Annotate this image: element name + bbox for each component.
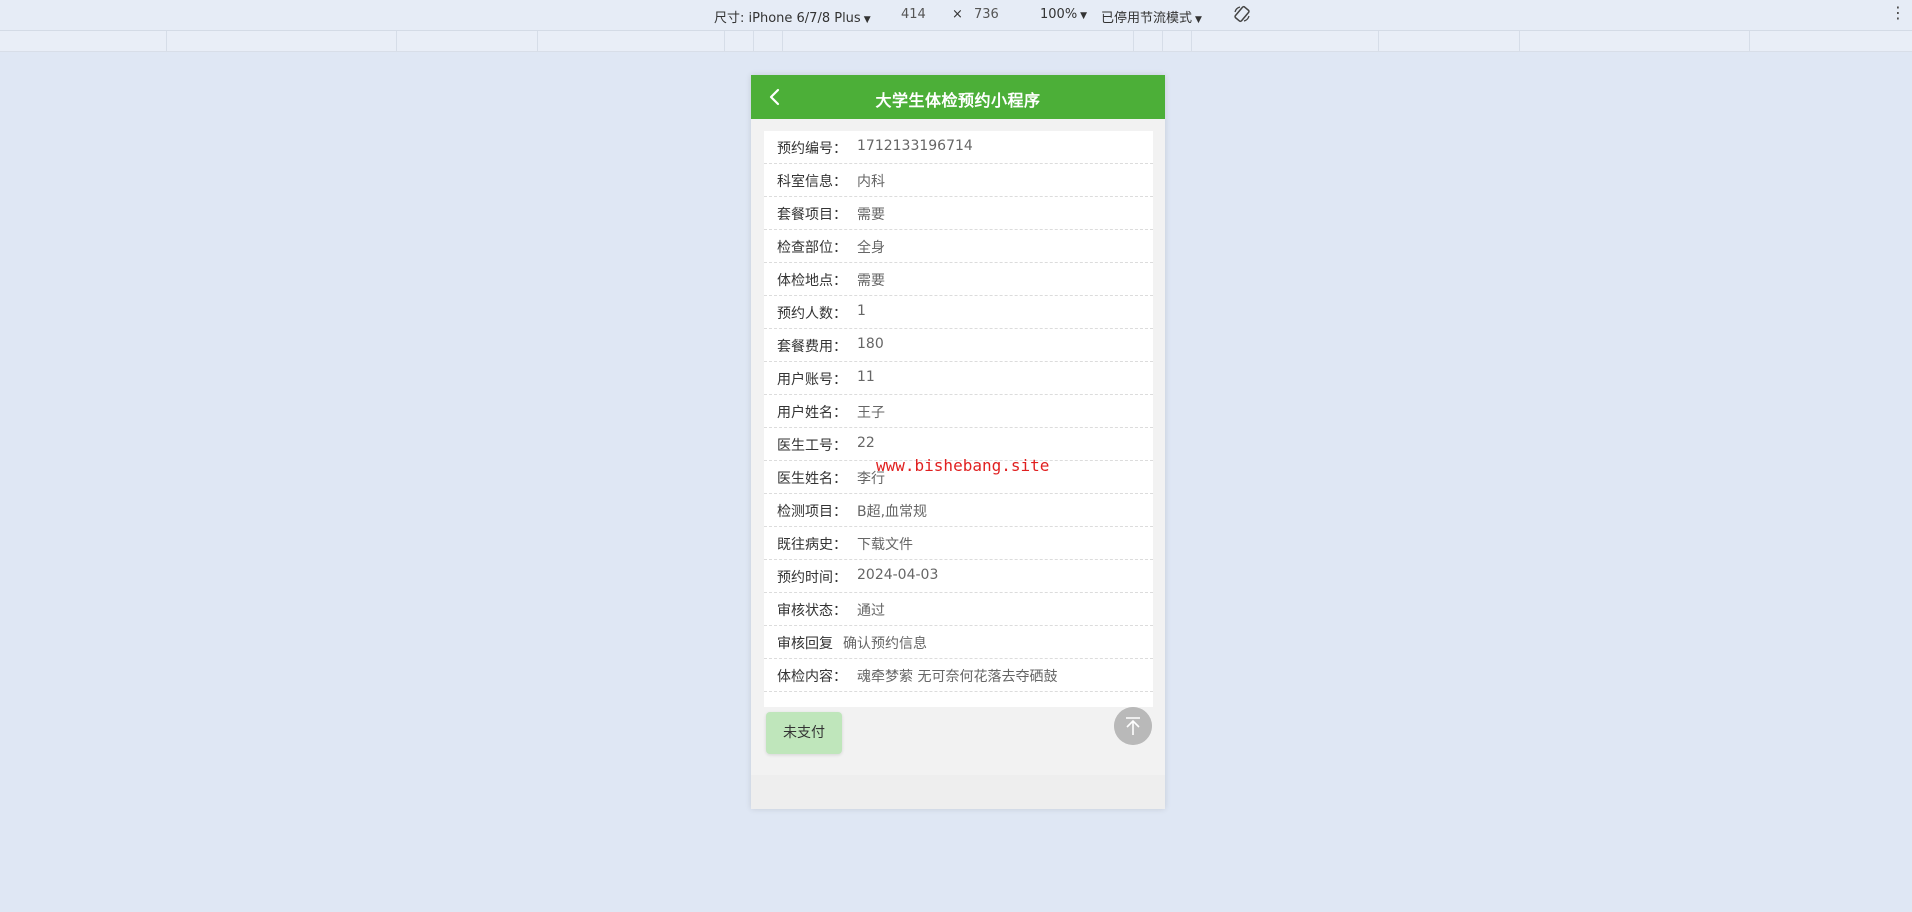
detail-row: 检测项目： B超,血常规 — [764, 494, 1153, 527]
detail-value: 确认预约信息 — [843, 636, 927, 652]
ruler-tick — [537, 31, 538, 51]
detail-row: 科室信息： 内科 — [764, 164, 1153, 197]
detail-label: 检查部位： — [777, 240, 847, 256]
detail-row: 审核回复 确认预约信息 — [764, 626, 1153, 659]
detail-value: 通过 — [857, 603, 885, 619]
detail-label: 医生工号： — [777, 438, 847, 454]
detail-row: 体检地点： 需要 — [764, 263, 1153, 296]
more-vert-icon[interactable]: ⋮ — [1890, 3, 1906, 22]
detail-label: 医生姓名： — [777, 471, 847, 487]
rotate-icon[interactable] — [1232, 4, 1252, 24]
devtools-device-toolbar: 尺寸: iPhone 6/7/8 Plus ▼ 414 × 736 100% ▼ 已… — [0, 0, 1912, 31]
zoom-value: 100% — [1040, 7, 1078, 22]
detail-value: B超,血常规 — [857, 504, 928, 520]
detail-row: 套餐项目： 需要 — [764, 197, 1153, 230]
watermark: www.bishebang.site — [876, 456, 1050, 475]
detail-row: 预约编号： 1712133196714 — [764, 131, 1153, 164]
ruler-tick — [1191, 31, 1192, 51]
page-title: 大学生体检预约小程序 — [875, 91, 1041, 110]
detail-value: 内科 — [857, 174, 885, 190]
device-label: 尺寸: iPhone 6/7/8 Plus — [714, 11, 861, 26]
ruler-tick — [1162, 31, 1163, 51]
detail-label: 审核回复 — [777, 636, 833, 652]
detail-row: 体检内容： 魂牵梦萦 无可奈何花落去夺硒鼓 — [764, 659, 1153, 692]
media-query-ruler — [0, 31, 1912, 52]
ruler-tick — [166, 31, 167, 51]
ruler-tick — [396, 31, 397, 51]
detail-label: 科室信息： — [777, 174, 847, 190]
arrow-up-to-top-icon[interactable] — [1114, 707, 1152, 745]
zoom-selector[interactable]: 100% ▼ — [1040, 7, 1087, 22]
detail-label: 预约人数： — [777, 306, 847, 322]
width-input[interactable]: 414 — [901, 7, 926, 22]
times-sign: × — [952, 7, 963, 22]
detail-list: 预约编号： 1712133196714 科室信息： 内科 套餐项目： 需要 检查部位： 全身体… — [764, 131, 1153, 692]
ruler-tick — [1749, 31, 1750, 51]
detail-value: 1 — [857, 303, 866, 319]
throttle-selector[interactable]: 已停用节流模式 ▼ — [1101, 7, 1202, 26]
unpaid-button[interactable]: 未支付 — [766, 712, 842, 754]
detail-row: 审核状态： 通过 — [764, 593, 1153, 626]
ruler-tick — [753, 31, 754, 51]
ruler-tick — [724, 31, 725, 51]
detail-value: 需要 — [857, 273, 885, 289]
ruler-tick — [1378, 31, 1379, 51]
detail-label: 既往病史： — [777, 537, 847, 553]
detail-value: 1712133196714 — [857, 138, 973, 154]
detail-label: 用户账号： — [777, 372, 847, 388]
bottom-area — [751, 775, 1165, 809]
detail-value: 全身 — [857, 240, 885, 256]
caret-down-icon: ▼ — [1195, 15, 1202, 25]
detail-row: 预约时间： 2024-04-03 — [764, 560, 1153, 593]
detail-value: 22 — [857, 435, 875, 451]
detail-row: 既往病史： 下载文件 — [764, 527, 1153, 560]
detail-row: 用户姓名： 王子 — [764, 395, 1153, 428]
detail-label: 体检地点： — [777, 273, 847, 289]
detail-value: 11 — [857, 369, 875, 385]
detail-card: 预约编号： 1712133196714 科室信息： 内科 套餐项目： 需要 检查部位： 全身体… — [764, 131, 1153, 707]
detail-value: 2024-04-03 — [857, 567, 939, 583]
navbar: 大学生体检预约小程序 — [751, 75, 1165, 119]
detail-label: 用户姓名： — [777, 405, 847, 421]
ruler-tick — [1519, 31, 1520, 51]
caret-down-icon: ▼ — [1080, 11, 1088, 21]
throttle-value: 已停用节流模式 — [1101, 11, 1193, 26]
detail-label: 体检内容： — [777, 669, 847, 685]
detail-row: 检查部位： 全身 — [764, 230, 1153, 263]
detail-value: 魂牵梦萦 无可奈何花落去夺硒鼓 — [857, 669, 1058, 685]
detail-value: 180 — [857, 336, 884, 352]
detail-label: 审核状态： — [777, 603, 847, 619]
device-selector[interactable]: 尺寸: iPhone 6/7/8 Plus ▼ — [714, 7, 871, 26]
detail-label: 预约编号： — [777, 141, 847, 157]
detail-row: 套餐费用： 180 — [764, 329, 1153, 362]
detail-value[interactable]: 下载文件 — [857, 534, 913, 554]
detail-row: 预约人数： 1 — [764, 296, 1153, 329]
detail-label: 套餐费用： — [777, 339, 847, 355]
height-input[interactable]: 736 — [974, 7, 999, 22]
detail-value: 王子 — [857, 405, 885, 421]
ruler-tick — [782, 31, 783, 51]
detail-label: 检测项目： — [777, 504, 847, 520]
phone-viewport: 大学生体检预约小程序 预约编号： 1712133196714 科室信息： 内科套餐项目… — [751, 75, 1165, 809]
detail-label: 预约时间： — [777, 570, 847, 586]
detail-label: 套餐项目： — [777, 207, 847, 223]
ruler-tick — [1133, 31, 1134, 51]
detail-row: 用户账号： 11 — [764, 362, 1153, 395]
detail-value: 需要 — [857, 207, 885, 223]
caret-down-icon: ▼ — [863, 15, 871, 25]
